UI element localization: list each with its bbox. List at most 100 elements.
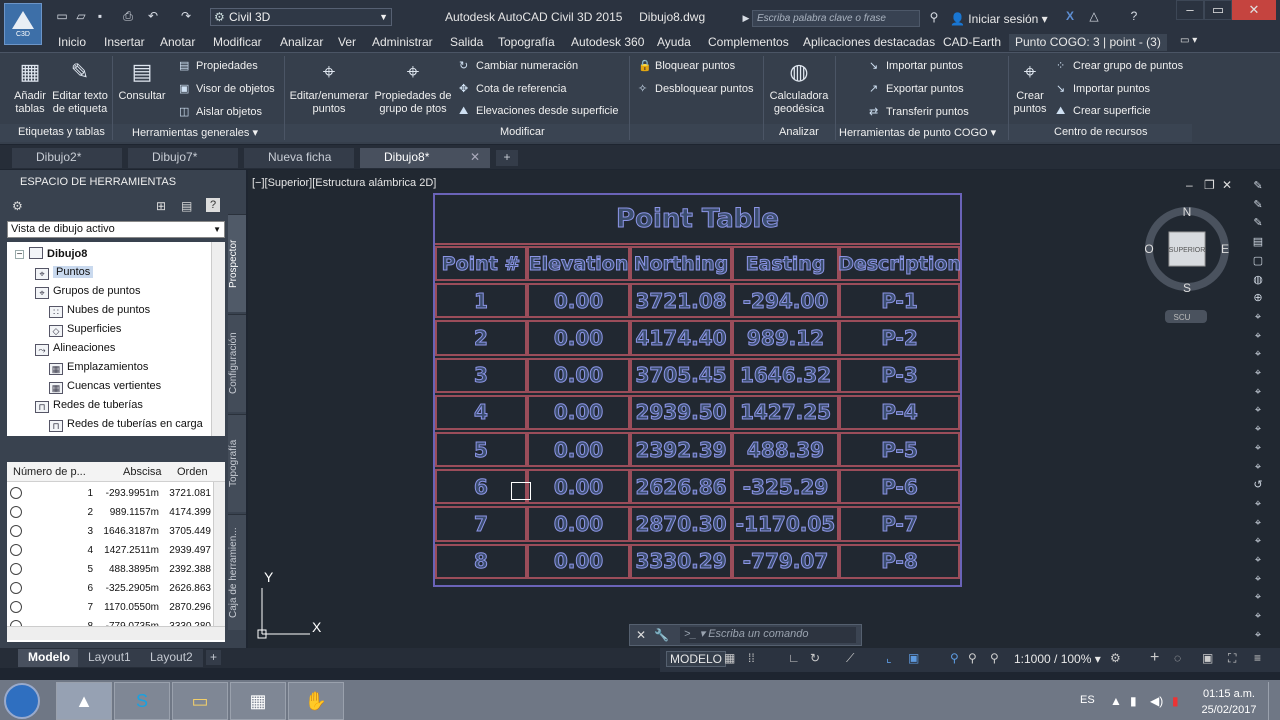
right-toolbar-icon[interactable]: ⌖ <box>1250 440 1266 456</box>
annotation-visibility-icon[interactable]: ⚲ <box>968 651 977 665</box>
tree-item-redes[interactable]: ⊓ Redes de tuberías <box>35 399 143 413</box>
col-abscisa[interactable]: Abscisa <box>123 466 162 478</box>
tree-item-cuencas[interactable]: ▦ Cuencas vertientes <box>49 380 161 394</box>
application-menu-button[interactable]: C3D <box>4 3 42 45</box>
close-icon[interactable]: ✕ <box>470 148 480 167</box>
add-layout-button[interactable]: + <box>206 650 222 665</box>
tray-expand-icon[interactable]: ▲ <box>1110 694 1122 708</box>
right-toolbar-icon[interactable]: ⌖ <box>1250 496 1266 512</box>
propiedades-grupo-button[interactable]: ⌖ Propiedades de grupo de ptos <box>373 58 453 116</box>
crear-grupo-button[interactable]: ⁘ Crear grupo de puntos <box>1056 59 1183 72</box>
close-button[interactable]: ✕ <box>1232 0 1276 20</box>
bloquear-puntos-button[interactable]: 🔒 Bloquear puntos <box>638 59 735 72</box>
snap-icon[interactable]: ⁞⁞ <box>748 651 755 665</box>
right-toolbar-icon[interactable]: ⌖ <box>1250 627 1266 643</box>
list-item[interactable]: 1 -293.9951m 3721.081 <box>7 484 217 503</box>
panel-herramientas-cogo[interactable]: Herramientas de punto COGO ▾ <box>839 126 996 139</box>
right-toolbar-icon[interactable]: ✎ <box>1250 197 1266 213</box>
crear-puntos-button[interactable]: ⌖ Crear puntos <box>1010 58 1050 116</box>
tree-item-superficies[interactable]: ◇ Superficies <box>49 323 121 337</box>
collapse-icon[interactable]: − <box>15 250 24 260</box>
open-file-icon[interactable]: ▱ <box>73 9 89 23</box>
view-select[interactable]: Vista de dibujo activo ▼ <box>7 221 225 238</box>
compass-east[interactable]: E <box>1221 242 1229 256</box>
right-toolbar-icon[interactable]: ⌖ <box>1250 421 1266 437</box>
tab-modificar[interactable]: Modificar <box>213 35 262 49</box>
tab-aplicaciones-destacadas[interactable]: Aplicaciones destacadas <box>803 35 935 49</box>
right-toolbar-icon[interactable]: ✎ <box>1250 215 1266 231</box>
list-item[interactable]: 3 1646.3187m 3705.449 <box>7 522 217 541</box>
tree-view-icon[interactable]: ⊞ <box>156 199 166 213</box>
help-icon[interactable]: ? <box>206 198 220 212</box>
crear-superficie-button[interactable]: ⛰ Crear superficie <box>1056 105 1151 118</box>
consultar-button[interactable]: ▤ Consultar <box>116 58 168 103</box>
elevaciones-superficie-button[interactable]: ⛰ Elevaciones desde superficie <box>459 105 618 118</box>
aislar-objetos-button[interactable]: ◫ Aislar objetos <box>179 105 262 118</box>
editar-enumerar-button[interactable]: ⌖ Editar/enumerar puntos <box>287 58 371 116</box>
print-icon[interactable]: ⎙ <box>120 9 136 23</box>
vtab-prospector[interactable]: Prospector <box>228 214 246 312</box>
viewport-restore-button[interactable]: ❐ <box>1204 178 1215 192</box>
close-icon[interactable]: ✕ <box>636 628 646 642</box>
auto-scale-icon[interactable]: ⚲ <box>990 651 999 665</box>
isometric-icon[interactable]: ⟋ <box>846 651 854 666</box>
show-desktop-button[interactable] <box>1268 682 1278 720</box>
calculadora-geodesica-button[interactable]: ◍ Calculadora geodésica <box>766 58 832 116</box>
vtab-topografia[interactable]: Topografía <box>228 414 246 512</box>
tree-scrollbar[interactable] <box>211 242 225 436</box>
vtab-configuracion[interactable]: Configuración <box>228 314 246 412</box>
maximize-button[interactable]: ▭ <box>1204 0 1232 20</box>
compass-south[interactable]: S <box>1183 281 1191 295</box>
list-item[interactable]: 6 -325.2905m 2626.863 <box>7 579 217 598</box>
right-toolbar-icon[interactable]: ⌖ <box>1250 608 1266 624</box>
plus-icon[interactable]: + <box>1150 649 1159 667</box>
new-file-icon[interactable]: ▭ <box>54 9 70 23</box>
exportar-puntos-button[interactable]: ↗ Exportar puntos <box>869 82 964 95</box>
power-icon[interactable]: ▮ <box>1172 694 1179 708</box>
search-input[interactable]: Escriba palabra clave o frase <box>752 10 920 27</box>
propiedades-button[interactable]: ▤ Propiedades <box>179 59 258 72</box>
viewcube[interactable]: SUPERIOR N S E O SCU <box>1140 200 1240 330</box>
right-toolbar-icon[interactable]: ▢ <box>1250 253 1266 269</box>
right-toolbar-icon[interactable]: ⌖ <box>1250 384 1266 400</box>
tree-item-nubes[interactable]: ∷ Nubes de puntos <box>49 304 150 318</box>
fullscreen-icon[interactable]: ⛶ <box>1228 651 1236 666</box>
clock-date[interactable]: 25/02/2017 <box>1200 704 1258 716</box>
clock-time[interactable]: 01:15 a.m. <box>1200 688 1258 700</box>
tree-item-alineaciones[interactable]: ⤳ Alineaciones <box>35 342 115 356</box>
sign-in-button[interactable]: 👤 Iniciar sesión ▾ <box>950 12 1048 26</box>
model-space-button[interactable]: MODELO <box>666 651 727 667</box>
object-snap-icon[interactable]: ⌞ <box>886 651 892 665</box>
importar-puntos-button[interactable]: ↘ Importar puntos <box>869 59 963 72</box>
tab-inicio[interactable]: Inicio <box>58 35 86 49</box>
vtab-caja-herramientas[interactable]: Caja de herramien... <box>228 514 246 630</box>
isolate-icon[interactable]: ◌ <box>1174 651 1181 665</box>
tab-dibujo7[interactable]: Dibujo7* <box>128 148 238 168</box>
taskbar-civil3d[interactable]: ▲ <box>56 682 112 720</box>
viewport-minimize-button[interactable]: – <box>1186 178 1193 192</box>
taskbar-explorer[interactable]: ▭ <box>172 682 228 720</box>
tab-dibujo2[interactable]: Dibujo2* <box>12 148 122 168</box>
minimize-button[interactable]: – <box>1176 0 1204 20</box>
taskbar-skype[interactable]: S <box>114 682 170 720</box>
right-toolbar-icon[interactable]: ⌖ <box>1250 365 1266 381</box>
right-toolbar-icon[interactable]: ⌖ <box>1250 402 1266 418</box>
tab-topografia[interactable]: Topografía <box>498 35 555 49</box>
polar-icon[interactable]: ↻ <box>810 651 820 665</box>
cambiar-numeracion-button[interactable]: ↻ Cambiar numeración <box>459 59 578 72</box>
list-scrollbar[interactable] <box>213 482 225 626</box>
right-toolbar-icon[interactable]: ⌖ <box>1250 515 1266 531</box>
gear-icon[interactable]: ⚙ <box>1110 651 1121 665</box>
redo-icon[interactable]: ↷ <box>178 9 194 23</box>
tree-item-emplazamientos[interactable]: ▦ Emplazamientos <box>49 361 148 375</box>
right-toolbar-icon[interactable]: ▤ <box>1250 234 1266 250</box>
compass-north[interactable]: N <box>1183 205 1192 219</box>
right-toolbar-icon[interactable]: ⌖ <box>1250 571 1266 587</box>
tree-item-puntos[interactable]: ⌖ Puntos <box>35 266 94 280</box>
help-icon[interactable]: ? <box>1126 9 1142 23</box>
annotation-scale-icon[interactable]: ⚲ <box>950 651 959 665</box>
right-toolbar-icon[interactable]: ⌖ <box>1250 533 1266 549</box>
viewport-close-button[interactable]: ✕ <box>1222 178 1232 192</box>
language-indicator[interactable]: ES <box>1080 694 1095 706</box>
tab-ayuda[interactable]: Ayuda <box>657 35 691 49</box>
